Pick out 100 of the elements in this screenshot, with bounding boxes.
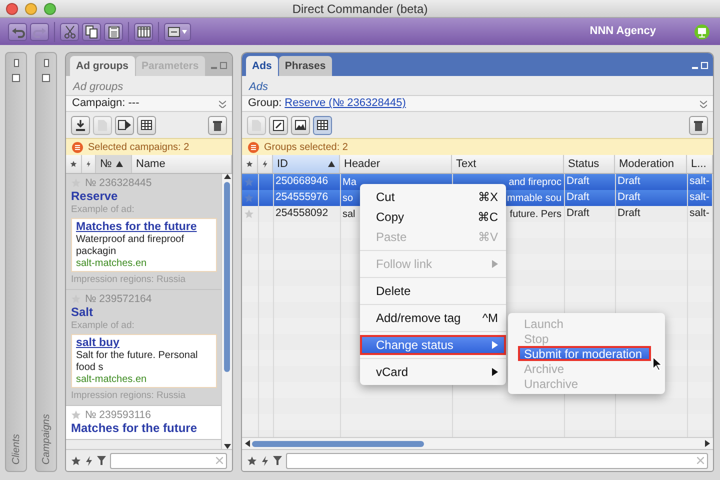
pencil-icon	[273, 120, 284, 130]
panel-tab[interactable]: Ad groups	[70, 56, 134, 76]
filter-icon[interactable]	[273, 456, 282, 465]
star-icon[interactable]	[244, 193, 254, 203]
lightning-icon[interactable]	[261, 456, 269, 466]
filter-icon[interactable]	[97, 456, 106, 465]
copy-button[interactable]	[82, 22, 101, 40]
lightning-icon[interactable]	[86, 159, 91, 169]
expand-icon[interactable]	[219, 100, 226, 108]
star-icon[interactable]	[246, 159, 253, 169]
table-icon	[141, 120, 152, 130]
table-button[interactable]	[137, 116, 156, 134]
clipboard-icon	[106, 24, 120, 38]
expand-icon[interactable]	[700, 100, 707, 108]
star-icon[interactable]	[244, 209, 254, 219]
columns-icon	[136, 24, 150, 38]
trash-icon	[694, 120, 703, 130]
menu-item[interactable]: Delete	[360, 281, 506, 301]
close-button[interactable]	[6, 3, 18, 15]
ad-text: Waterproof and fireproof packagin	[76, 234, 186, 258]
ad-title[interactable]: Matches for the future	[76, 220, 212, 234]
ad-group-card[interactable]: № 236328445 Reserve Example of ad: Matches for the future Waterproof and fireproof packagin salt-matches.en Impression regions: Russia	[66, 174, 221, 290]
star-icon[interactable]	[244, 177, 254, 187]
export-button[interactable]	[115, 116, 134, 134]
table-cell: Draft	[564, 190, 615, 206]
group-name[interactable]: Reserve	[71, 189, 217, 204]
zoom-button[interactable]	[44, 3, 56, 15]
submenu-arrow-icon	[492, 341, 498, 349]
group-number: № 239593116	[85, 409, 151, 421]
group-number: № 236328445	[85, 177, 152, 189]
column-header[interactable]: Text	[452, 155, 564, 173]
ad-group-card[interactable]: № 239572164 Salt Example of ad: salt buy Salt for the future. Personal food s salt-matches.en Impression regions: Russia	[66, 290, 221, 406]
star-icon[interactable]	[70, 159, 77, 169]
panel-subtitle: Ad groups	[72, 80, 124, 95]
ad-group-card[interactable]: № 239593116 Matches for the future	[66, 406, 221, 440]
lightning-icon[interactable]	[262, 159, 268, 169]
document-icon	[98, 120, 107, 130]
column-header[interactable]: Name	[132, 155, 232, 173]
table-cell: Draft	[615, 174, 687, 190]
campaign-label: Campaign: ---	[72, 96, 140, 112]
table-icon	[317, 120, 328, 130]
regions-text: Impression regions: Russia	[71, 390, 187, 402]
table-cell: Draft	[564, 174, 615, 190]
table-button[interactable]	[313, 116, 332, 134]
star-icon[interactable]	[71, 410, 81, 420]
table-cell: salt-	[687, 190, 712, 206]
search-field[interactable]	[110, 452, 227, 468]
scroll-down-icon[interactable]	[224, 444, 230, 449]
delete-button[interactable]	[208, 116, 227, 134]
panel-tab[interactable]: Ads	[246, 56, 278, 76]
group-label: Group:	[248, 96, 282, 112]
redo-button[interactable]	[30, 22, 49, 40]
group-name[interactable]: Salt	[71, 305, 217, 320]
notice-text: Groups selected: 2	[264, 140, 348, 154]
horizontal-scrollbar[interactable]	[242, 437, 713, 449]
ad-url: salt-matches.en	[76, 258, 148, 270]
group-name[interactable]: Matches for the future	[71, 421, 217, 436]
star-icon[interactable]	[247, 456, 257, 466]
regions-text: Impression regions: Russia	[71, 274, 187, 286]
group-link[interactable]: Reserve (№ 236328445)	[284, 95, 406, 112]
menu-item[interactable]: Add/remove tag ^M	[360, 308, 506, 328]
vertical-scrollbar[interactable]	[221, 174, 232, 449]
list-icon	[248, 142, 259, 152]
cut-button[interactable]	[60, 22, 79, 40]
column-header[interactable]: Status	[564, 155, 615, 173]
sort-arrow-icon	[116, 161, 123, 167]
panel-tab[interactable]: Phrases	[278, 56, 332, 76]
ad-title[interactable]: salt buy	[76, 336, 212, 350]
menu-item[interactable]: vCard	[360, 362, 506, 382]
star-icon[interactable]	[71, 456, 81, 466]
document-icon	[252, 120, 261, 130]
image-button[interactable]	[291, 116, 310, 134]
undo-button[interactable]	[8, 22, 27, 40]
delete-button[interactable]	[689, 116, 708, 134]
lightning-icon[interactable]	[85, 456, 93, 466]
edit-button[interactable]	[269, 116, 288, 134]
download-icon	[75, 120, 86, 130]
column-header[interactable]: Moderation	[615, 155, 687, 173]
mouse-pointer-icon	[652, 356, 662, 371]
column-header[interactable]: №	[96, 155, 132, 173]
download-button[interactable]	[71, 116, 90, 134]
notice-text: Selected campaigns: 2	[88, 140, 190, 154]
view-dropdown-button[interactable]	[164, 22, 191, 40]
menu-item[interactable]: Change status	[360, 335, 506, 355]
column-header[interactable]: Header	[340, 155, 452, 173]
image-icon	[295, 120, 306, 130]
caret-icon	[182, 30, 187, 34]
scroll-left-icon[interactable]	[245, 440, 250, 447]
column-header[interactable]: ID	[273, 155, 340, 173]
scroll-right-icon[interactable]	[705, 440, 710, 447]
shortcut-label: ⌘V	[478, 229, 498, 246]
table-cell: Draft	[615, 190, 687, 206]
paste-button[interactable]	[104, 22, 123, 40]
search-field[interactable]	[286, 452, 708, 468]
shortcut-label: ^M	[482, 310, 498, 327]
column-header[interactable]: L...	[687, 155, 713, 173]
export-icon	[118, 120, 131, 130]
table-cell: salt-	[687, 174, 712, 190]
columns-button[interactable]	[134, 22, 153, 40]
menu-item[interactable]: Submit for moderation	[518, 346, 651, 361]
